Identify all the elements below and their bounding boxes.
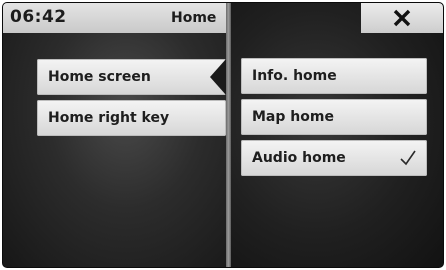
right-panel [231, 3, 443, 267]
checkmark-icon [400, 150, 416, 166]
close-icon [393, 9, 411, 27]
clock: 06:42 [10, 7, 67, 27]
option-info-home[interactable]: Info. home [241, 58, 427, 94]
option-label: Audio home [252, 150, 346, 166]
display-screen: 06:42 Home Home screen Home right key In… [3, 3, 443, 267]
close-button[interactable] [361, 3, 443, 33]
option-audio-home[interactable]: Audio home [241, 140, 427, 176]
option-label: Info. home [252, 68, 337, 84]
option-label: Map home [252, 109, 334, 125]
status-bar: 06:42 Home [3, 3, 226, 33]
screen-title: Home [171, 10, 217, 26]
menu-item-home-right-key[interactable]: Home right key [37, 100, 226, 136]
panel-divider [226, 3, 231, 267]
menu-item-label: Home screen [48, 69, 151, 85]
option-map-home[interactable]: Map home [241, 99, 427, 135]
selection-pointer [210, 59, 226, 95]
menu-item-home-screen[interactable]: Home screen [37, 59, 226, 95]
menu-item-label: Home right key [48, 110, 170, 126]
